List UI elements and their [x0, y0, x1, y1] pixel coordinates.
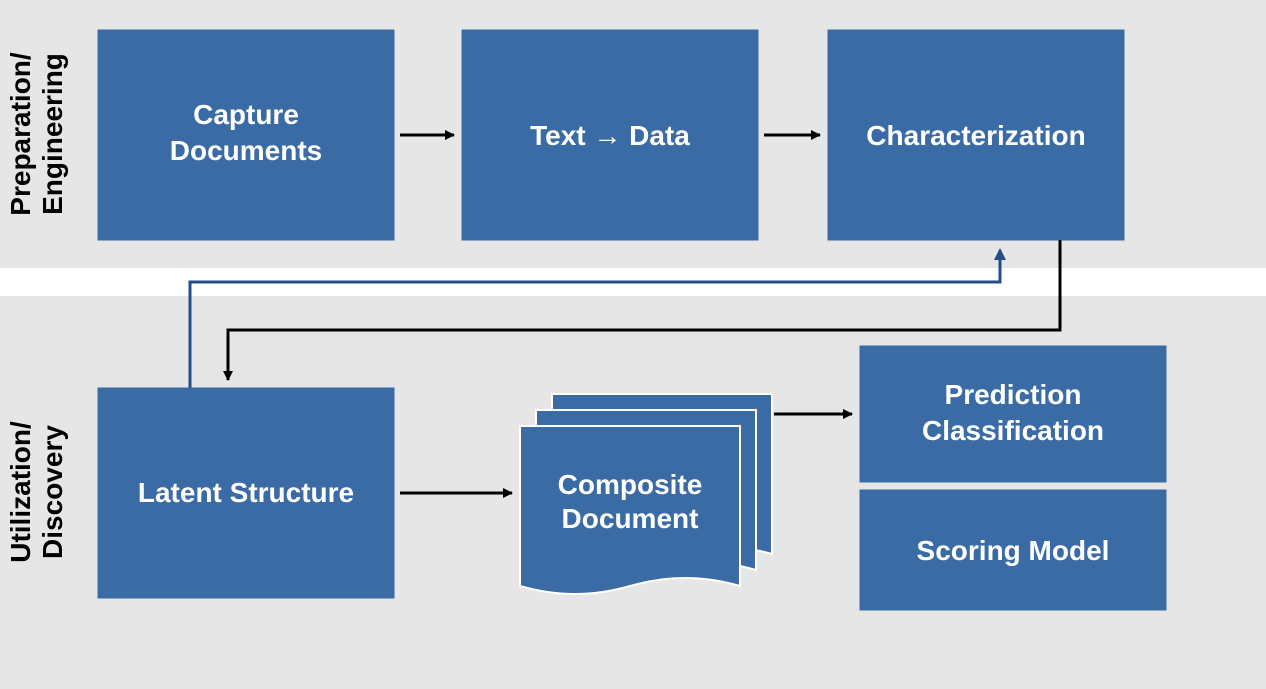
section-top-label-2: Engineering: [37, 53, 68, 215]
node-composite-line2: Document: [562, 503, 699, 534]
node-capture-line2: Documents: [170, 135, 322, 166]
section-preparation-label: Preparation/ Engineering: [5, 52, 68, 216]
node-capture-documents: Capture Documents: [98, 30, 394, 240]
node-composite-line1: Composite: [558, 469, 703, 500]
node-capture-line1: Capture: [193, 99, 299, 130]
node-prediction-line1: Prediction: [945, 379, 1082, 410]
pipeline-diagram: Preparation/ Engineering Utilization/ Di…: [0, 0, 1266, 689]
svg-text:Discovery: Discovery: [37, 425, 68, 559]
section-top-label-1: Preparation/: [5, 52, 36, 216]
node-prediction-classification: Prediction Classification: [860, 346, 1166, 482]
svg-text:Engineering: Engineering: [37, 53, 68, 215]
node-text-to-data: Text → Data: [462, 30, 758, 240]
node-characterization-label: Characterization: [866, 120, 1085, 151]
node-latent-label: Latent Structure: [138, 477, 354, 508]
section-utilization-label: Utilization/ Discovery: [5, 421, 68, 563]
node-latent-structure: Latent Structure: [98, 388, 394, 598]
section-bottom-label-1: Utilization/: [5, 421, 36, 563]
node-scoring-model: Scoring Model: [860, 490, 1166, 610]
section-bottom-label-2: Discovery: [37, 425, 68, 559]
svg-text:Preparation/: Preparation/: [5, 52, 36, 216]
node-composite-document: Composite Document: [520, 394, 772, 594]
node-characterization: Characterization: [828, 30, 1124, 240]
node-scoring-label: Scoring Model: [917, 535, 1110, 566]
node-prediction-line2: Classification: [922, 415, 1104, 446]
svg-text:Utilization/: Utilization/: [5, 421, 36, 563]
node-text-to-data-label: Text → Data: [530, 120, 690, 151]
